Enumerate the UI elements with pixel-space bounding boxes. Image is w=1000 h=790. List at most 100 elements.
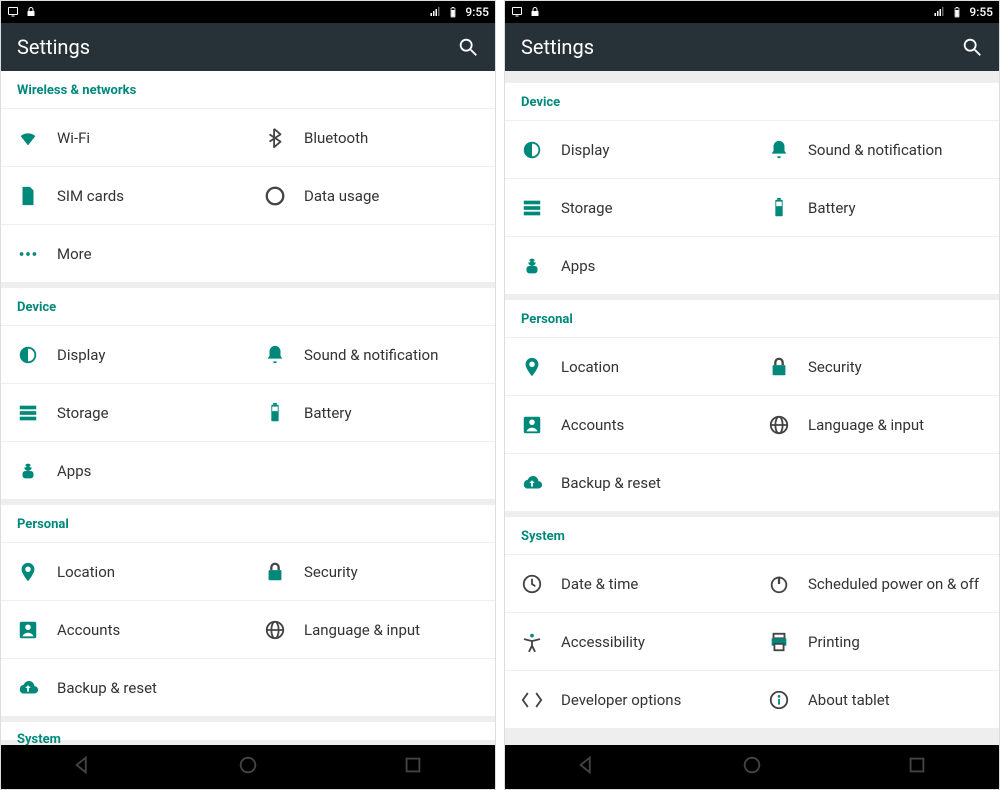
- item-display[interactable]: Display: [1, 325, 248, 383]
- settings-scroll[interactable]: Device Display Sound & notification Stor…: [505, 71, 999, 745]
- item-security[interactable]: Security: [248, 542, 495, 600]
- location-icon: [521, 356, 561, 378]
- apps-icon: [17, 460, 57, 482]
- item-label: Backup & reset: [57, 679, 157, 697]
- item-accounts[interactable]: Accounts: [505, 395, 752, 453]
- item-datetime[interactable]: Date & time: [505, 554, 752, 612]
- account-icon: [17, 619, 57, 641]
- lock-setting-icon: [264, 561, 304, 583]
- item-printing[interactable]: Printing: [752, 612, 999, 670]
- nav-bar: [1, 745, 495, 789]
- item-language[interactable]: Language & input: [248, 600, 495, 658]
- item-battery[interactable]: Battery: [248, 383, 495, 441]
- item-label: Location: [561, 358, 619, 376]
- more-icon: [17, 243, 57, 265]
- item-label: Printing: [808, 633, 860, 651]
- item-label: Accounts: [57, 621, 120, 639]
- battery-icon: [447, 6, 459, 18]
- item-label: Scheduled power on & off: [808, 575, 979, 593]
- item-scheduled-power[interactable]: Scheduled power on & off: [752, 554, 999, 612]
- info-icon: [768, 689, 808, 711]
- item-label: Storage: [57, 404, 109, 422]
- lock-setting-icon: [768, 356, 808, 378]
- item-label: Apps: [57, 462, 91, 480]
- item-battery[interactable]: Battery: [752, 178, 999, 236]
- signal-icon: [429, 6, 441, 18]
- nav-recent-button[interactable]: [402, 754, 424, 780]
- section-header-personal: Personal: [1, 505, 495, 542]
- section-system: System Date & time Scheduled power on & …: [505, 517, 999, 728]
- app-title: Settings: [17, 35, 90, 59]
- battery-icon: [951, 6, 963, 18]
- search-button[interactable]: [961, 36, 983, 58]
- item-label: Bluetooth: [304, 129, 368, 147]
- storage-icon: [17, 402, 57, 424]
- section-device: Device Display Sound & notification Stor…: [505, 83, 999, 294]
- status-time: 9:55: [465, 5, 489, 19]
- section-header-system-peek: System: [1, 722, 495, 740]
- nav-back-button[interactable]: [72, 754, 94, 780]
- screen-icon: [511, 6, 523, 18]
- item-location[interactable]: Location: [505, 337, 752, 395]
- item-bluetooth[interactable]: Bluetooth: [248, 108, 495, 166]
- status-time: 9:55: [969, 5, 993, 19]
- developer-icon: [521, 689, 561, 711]
- item-label: Data usage: [304, 187, 379, 205]
- item-storage[interactable]: Storage: [1, 383, 248, 441]
- section-personal: Personal Location Security Accounts Lang…: [1, 505, 495, 716]
- item-label: Security: [304, 563, 358, 581]
- item-accounts[interactable]: Accounts: [1, 600, 248, 658]
- section-header-wireless: Wireless & networks: [1, 71, 495, 108]
- search-button[interactable]: [457, 36, 479, 58]
- item-language[interactable]: Language & input: [752, 395, 999, 453]
- item-backup[interactable]: Backup & reset: [505, 453, 999, 511]
- item-label: Sound & notification: [808, 141, 942, 159]
- section-header-device: Device: [505, 83, 999, 120]
- battery-setting-icon: [264, 402, 304, 424]
- item-label: Language & input: [808, 416, 924, 434]
- print-icon: [768, 631, 808, 653]
- signal-icon: [933, 6, 945, 18]
- item-security[interactable]: Security: [752, 337, 999, 395]
- item-label: Language & input: [304, 621, 420, 639]
- item-label: Sound & notification: [304, 346, 438, 364]
- app-bar: Settings: [505, 23, 999, 71]
- item-about[interactable]: About tablet: [752, 670, 999, 728]
- item-more[interactable]: More: [1, 224, 495, 282]
- item-label: Security: [808, 358, 862, 376]
- nav-home-button[interactable]: [741, 754, 763, 780]
- item-storage[interactable]: Storage: [505, 178, 752, 236]
- lock-icon: [529, 6, 541, 18]
- item-display[interactable]: Display: [505, 120, 752, 178]
- item-apps[interactable]: Apps: [1, 441, 495, 499]
- section-wireless: Wireless & networks Wi-Fi Bluetooth SIM …: [1, 71, 495, 282]
- item-sound[interactable]: Sound & notification: [248, 325, 495, 383]
- nav-home-button[interactable]: [237, 754, 259, 780]
- item-label: Accounts: [561, 416, 624, 434]
- item-label: Accessibility: [561, 633, 645, 651]
- item-apps[interactable]: Apps: [505, 236, 999, 294]
- item-backup[interactable]: Backup & reset: [1, 658, 495, 716]
- item-label: Storage: [561, 199, 613, 217]
- backup-icon: [17, 677, 57, 699]
- nav-back-button[interactable]: [576, 754, 598, 780]
- section-header-personal: Personal: [505, 300, 999, 337]
- clock-icon: [521, 573, 561, 595]
- item-developer[interactable]: Developer options: [505, 670, 752, 728]
- phone-left: 9:55 Settings Wireless & networks Wi-Fi …: [0, 0, 496, 790]
- item-label: Date & time: [561, 575, 638, 593]
- item-sound[interactable]: Sound & notification: [752, 120, 999, 178]
- item-label: Location: [57, 563, 115, 581]
- nav-recent-button[interactable]: [906, 754, 928, 780]
- app-bar: Settings: [1, 23, 495, 71]
- item-accessibility[interactable]: Accessibility: [505, 612, 752, 670]
- item-sim[interactable]: SIM cards: [1, 166, 248, 224]
- item-data-usage[interactable]: Data usage: [248, 166, 495, 224]
- item-label: Backup & reset: [561, 474, 661, 492]
- display-icon: [521, 139, 561, 161]
- item-location[interactable]: Location: [1, 542, 248, 600]
- data-usage-icon: [264, 185, 304, 207]
- settings-scroll[interactable]: Wireless & networks Wi-Fi Bluetooth SIM …: [1, 71, 495, 745]
- item-wifi[interactable]: Wi-Fi: [1, 108, 248, 166]
- app-title: Settings: [521, 35, 594, 59]
